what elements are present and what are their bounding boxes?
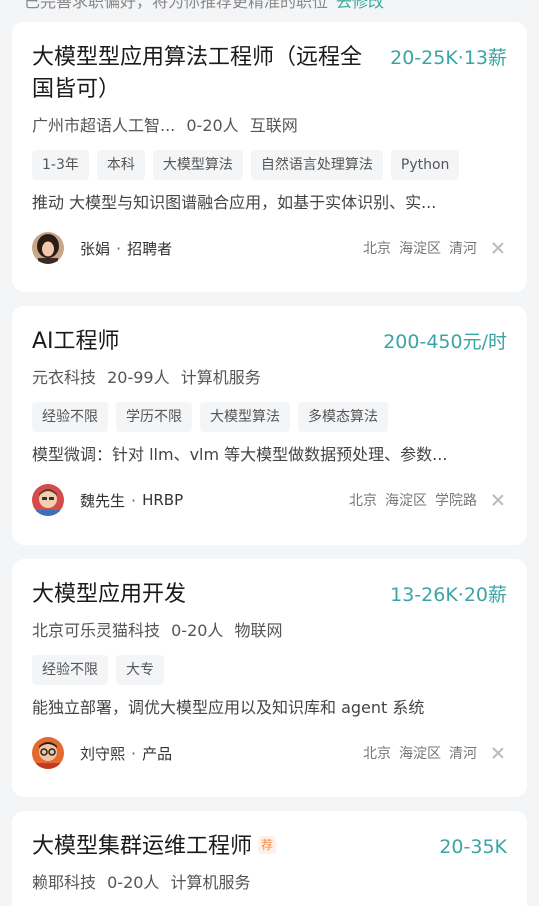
recruiter-role: HRBP <box>142 491 184 509</box>
city: 北京 <box>349 493 377 509</box>
tag: 自然语言处理算法 <box>250 150 383 180</box>
separator-dot: · <box>116 238 122 258</box>
tag: 经验不限 <box>32 402 108 432</box>
recommend-badge: 荐 <box>258 836 277 854</box>
recruiter-name: 魏先生 <box>80 491 126 510</box>
recruiter[interactable]: 魏先生 · HRBP <box>32 484 183 516</box>
city: 北京 <box>363 746 391 762</box>
job-title: 大模型型应用算法工程师（远程全 国皆可） <box>32 45 363 102</box>
tag: 大专 <box>116 655 164 685</box>
job-card[interactable]: 大模型应用开发 13-26K·20薪 北京可乐灵猫科技 0-20人 物联网 经验… <box>12 559 527 797</box>
job-card[interactable]: 大模型集群运维工程师荐 20-35K 赖耶科技 0-20人 计算机服务 <box>12 811 527 906</box>
recruiter-role: 产品 <box>142 744 173 763</box>
company-industry: 计算机服务 <box>180 368 261 387</box>
job-title: 大模型应用开发 <box>32 582 187 607</box>
tag: 本科 <box>96 150 145 180</box>
recruiter[interactable]: 刘守熙 · 产品 <box>32 737 172 769</box>
company-info: 元衣科技 20-99人 计算机服务 <box>32 366 507 390</box>
recruiter-name: 刘守熙 <box>80 744 126 763</box>
separator-dot: · <box>131 743 137 763</box>
tag: Python <box>390 150 460 180</box>
company-name: 赖耶科技 <box>32 873 97 892</box>
tag: 多模态算法 <box>298 402 388 432</box>
job-description: 推动 大模型与知识图谱融合应用，如基于实体识别、实... <box>32 193 437 212</box>
company-info: 赖耶科技 0-20人 计算机服务 <box>32 871 507 895</box>
company-name: 北京可乐灵猫科技 <box>32 621 161 640</box>
tag: 大模型算法 <box>200 402 290 432</box>
salary: 20-25K·13薪 <box>390 47 507 69</box>
tag-list: 经验不限 大专 <box>32 655 507 685</box>
recruiter[interactable]: 张娟 · 招聘者 <box>32 232 172 264</box>
district: 海淀区 <box>385 493 427 509</box>
company-name: 元衣科技 <box>32 368 97 387</box>
avatar <box>32 232 64 264</box>
recruiter-role: 招聘者 <box>127 239 173 258</box>
district: 海淀区 <box>399 241 441 257</box>
avatar <box>32 484 64 516</box>
company-info: 北京可乐灵猫科技 0-20人 物联网 <box>32 619 507 643</box>
preference-note: 已完善求职偏好，将为你推荐更精准的职位 <box>24 0 329 10</box>
city: 北京 <box>363 241 391 257</box>
company-size: 0-20人 <box>186 116 239 135</box>
close-icon[interactable] <box>489 491 507 509</box>
job-description: 能独立部署，调优大模型应用以及知识库和 agent 系统 <box>32 698 425 717</box>
close-icon[interactable] <box>489 744 507 762</box>
job-title: 大模型集群运维工程师荐 <box>32 831 277 863</box>
area: 清河 <box>449 746 477 762</box>
location: 北京 海淀区 清河 <box>355 743 507 763</box>
tag: 1-3年 <box>32 150 89 180</box>
tag-list: 经验不限 学历不限 大模型算法 多模态算法 <box>32 402 507 432</box>
location: 北京 海淀区 清河 <box>355 238 507 258</box>
tag: 经验不限 <box>32 655 108 685</box>
salary: 200-450元/时 <box>383 331 507 353</box>
avatar <box>32 737 64 769</box>
company-industry: 计算机服务 <box>170 873 251 892</box>
company-size: 20-99人 <box>107 368 170 387</box>
company-industry: 互联网 <box>249 116 298 135</box>
modify-link[interactable]: 去修改 <box>336 0 384 10</box>
job-card[interactable]: AI工程师 200-450元/时 元衣科技 20-99人 计算机服务 经验不限 … <box>12 306 527 545</box>
close-icon[interactable] <box>489 239 507 257</box>
company-industry: 物联网 <box>234 621 283 640</box>
district: 海淀区 <box>399 746 441 762</box>
area: 学院路 <box>435 493 477 509</box>
recruiter-name: 张娟 <box>80 239 111 258</box>
location: 北京 海淀区 学院路 <box>341 490 507 510</box>
salary: 13-26K·20薪 <box>390 584 507 606</box>
area: 清河 <box>449 241 477 257</box>
company-size: 0-20人 <box>171 621 224 640</box>
job-card[interactable]: 大模型型应用算法工程师（远程全 国皆可） 20-25K·13薪 广州市超语人工智.… <box>12 22 527 292</box>
tag: 学历不限 <box>116 402 192 432</box>
salary: 20-35K <box>439 836 507 858</box>
company-info: 广州市超语人工智... 0-20人 互联网 <box>32 114 507 138</box>
job-title: AI工程师 <box>32 329 120 354</box>
separator-dot: · <box>131 490 137 510</box>
tag-list: 1-3年 本科 大模型算法 自然语言处理算法 Python <box>32 150 507 180</box>
company-name: 广州市超语人工智... <box>32 116 176 135</box>
job-description: 模型微调：针对 llm、vlm 等大模型做数据预处理、参数... <box>32 445 448 464</box>
company-size: 0-20人 <box>107 873 160 892</box>
tag: 大模型算法 <box>152 150 243 180</box>
top-partial-text: 已完善求职偏好，将为你推荐更精准的职位 去修改 <box>0 0 539 10</box>
